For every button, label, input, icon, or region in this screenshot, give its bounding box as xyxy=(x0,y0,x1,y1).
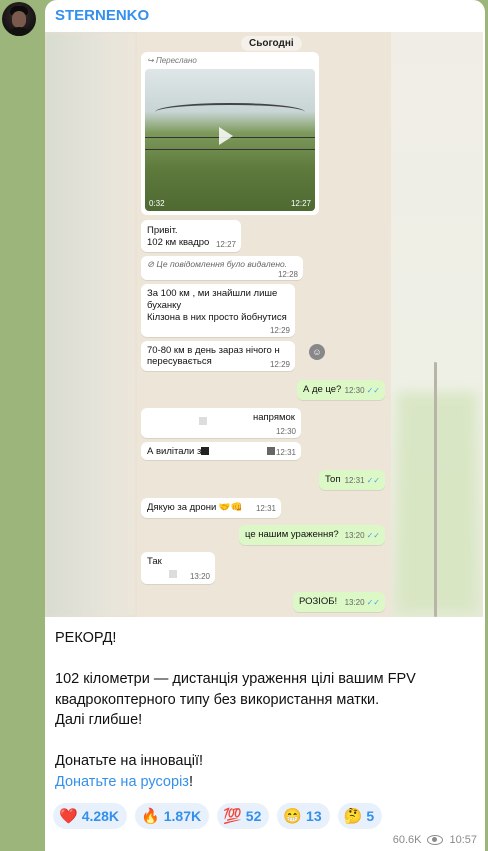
message-time: 12:31 xyxy=(255,504,276,513)
video-duration: 0:32 xyxy=(149,199,165,208)
hundred-icon: 💯 xyxy=(223,808,242,825)
avatar-face xyxy=(12,11,26,28)
chat-message-out: РОЗІОБ! 13:20 ✓✓ xyxy=(293,592,385,612)
message-text: Привіт. xyxy=(147,225,178,236)
message-time: 12:27 xyxy=(215,240,236,249)
message-time: 13:20 ✓✓ xyxy=(344,598,380,607)
channel-avatar[interactable] xyxy=(2,2,36,36)
reaction-count: 4.28K xyxy=(81,808,120,824)
reaction-count: 52 xyxy=(245,808,262,824)
blurred-green-area xyxy=(397,392,477,612)
chat-message-in: напрямок 12:30 xyxy=(141,408,301,438)
reaction-button-icon: ☺ xyxy=(309,344,325,360)
propeller-arc xyxy=(155,103,305,121)
video-thumbnail: 0:32 12:27 xyxy=(145,69,315,211)
reaction-grin[interactable]: 😁 13 xyxy=(277,803,330,829)
message-time: 13:20 xyxy=(189,572,210,581)
post-line: 102 кілометри — дистанція ураження цілі … xyxy=(55,671,416,687)
chat-scrollbar xyxy=(434,362,437,617)
chat-message-out: Топ 12:31 ✓✓ xyxy=(319,470,385,490)
message-time: 12:31 xyxy=(275,448,296,457)
channel-name[interactable]: STERNENKO xyxy=(55,7,149,24)
message-text: А вилітали з xyxy=(147,446,210,457)
message-time: 12:30 ✓✓ xyxy=(344,386,380,395)
message-time: 12:31 ✓✓ xyxy=(344,476,380,485)
message-time: 12:29 xyxy=(269,360,290,369)
avatar-shoulders xyxy=(5,27,33,36)
message-text: Так xyxy=(147,556,162,567)
message-text: РОЗІОБ! xyxy=(299,596,338,607)
message-time: 12:30 xyxy=(275,427,296,436)
chat-message-in: Привіт. 102 км квадро 12:27 xyxy=(141,220,241,252)
message-text: Кілзона в них просто йобнутися xyxy=(147,312,287,323)
reaction-thinking[interactable]: 🤔 5 xyxy=(337,803,383,829)
message-text: За 100 км , ми знайшли лише xyxy=(147,288,278,299)
message-text: 102 км квадро xyxy=(147,237,210,248)
redacted-block xyxy=(169,570,177,578)
reaction-heart[interactable]: ❤️ 4.28K xyxy=(53,803,128,829)
reaction-fire[interactable]: 🔥 1.87K xyxy=(135,803,210,829)
date-pill: Сьогодні xyxy=(241,36,302,51)
post-line: квадрокоптерного типу без використання м… xyxy=(55,691,380,708)
post-line: Донатьте на інновації! xyxy=(55,753,204,769)
message-text: 70-80 км в день зараз нічого н xyxy=(147,345,280,356)
chat-message-in: 70-80 км в день зараз нічого н пересуває… xyxy=(141,341,295,371)
message-text: А де це? xyxy=(303,384,342,395)
deleted-message-text: ⊘ Це повідомлення було видалено. xyxy=(147,259,288,269)
message-time: 12:29 xyxy=(269,326,290,335)
message-text: Дякую за дрони 🤝👊 xyxy=(147,502,243,513)
reactions-bar: ❤️ 4.28K 🔥 1.87K 💯 52 😁 13 🤔 5 xyxy=(53,803,383,829)
reaction-count: 5 xyxy=(366,808,375,824)
reaction-hundred[interactable]: 💯 52 xyxy=(217,803,270,829)
reaction-count: 13 xyxy=(306,808,322,824)
forwarded-video-message: ↪ Переслано 0:32 12:27 xyxy=(141,52,319,215)
chat-area: Сьогодні ↪ Переслано 0:32 12:27 Привіт. … xyxy=(137,32,391,617)
redacted-block xyxy=(267,447,275,455)
thinking-icon: 🤔 xyxy=(343,808,363,825)
message-text: пересувається xyxy=(147,356,212,367)
chat-message-in: Дякую за дрони 🤝👊 12:31 xyxy=(141,498,281,518)
view-count: 60.6K xyxy=(392,834,422,846)
post-text: РЕКОРД! 102 кілометри — дистанція уражен… xyxy=(55,628,475,792)
link-tail: ! xyxy=(188,773,193,790)
post-meta: 60.6K 10:57 xyxy=(393,834,477,846)
post-line: Далі глибше! xyxy=(55,712,143,728)
blurred-left-area xyxy=(45,32,137,617)
forwarded-label: ↪ Переслано xyxy=(147,56,197,65)
message-text: Топ xyxy=(325,474,341,485)
fire-icon: 🔥 xyxy=(141,808,160,825)
wire-line xyxy=(145,149,315,150)
donate-link[interactable]: Донатьте на русоріз xyxy=(55,774,189,790)
chat-message-in: А вилітали з 12:31 xyxy=(141,442,301,460)
video-time: 12:27 xyxy=(290,199,311,208)
chat-message-out: це нашим ураження? 13:20 ✓✓ xyxy=(239,525,385,545)
chat-message-in: Так 13:20 xyxy=(141,552,215,584)
post-card: STERNENKO Сьогодні ↪ Переслано 0:32 12:2… xyxy=(45,0,485,851)
heart-icon: ❤️ xyxy=(59,808,78,825)
redacted-block xyxy=(201,447,210,456)
post-time: 10:57 xyxy=(449,834,477,846)
chat-message-in: ⊘ Це повідомлення було видалено. 12:28 xyxy=(141,256,303,280)
message-text: буханку xyxy=(147,300,182,311)
post-line-title: РЕКОРД! xyxy=(55,630,117,646)
message-time: 13:20 ✓✓ xyxy=(344,531,380,540)
chat-message-in: За 100 км , ми знайшли лише буханку Кілз… xyxy=(141,284,295,337)
grin-icon: 😁 xyxy=(283,808,303,825)
reaction-count: 1.87K xyxy=(163,808,202,824)
chat-screenshot-image[interactable]: Сьогодні ↪ Переслано 0:32 12:27 Привіт. … xyxy=(45,32,483,617)
message-text: напрямок xyxy=(253,412,295,423)
eye-icon xyxy=(427,835,444,845)
message-text: це нашим ураження? xyxy=(245,529,339,540)
chat-message-out: А де це? 12:30 ✓✓ xyxy=(297,380,385,400)
play-icon xyxy=(219,127,233,145)
redacted-block xyxy=(199,417,207,425)
message-time: 12:28 xyxy=(277,270,298,279)
post-line: Донатьте на русоріз! xyxy=(55,772,475,793)
